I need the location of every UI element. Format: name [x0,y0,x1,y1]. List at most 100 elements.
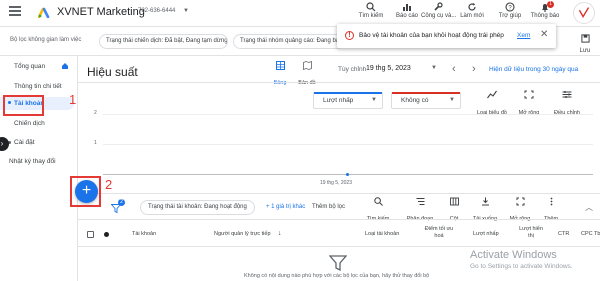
refresh-button[interactable]: Làm mới [455,2,489,26]
chevron-down-icon[interactable]: ▼ [431,65,437,71]
table-icon [275,61,285,70]
account-status-chip[interactable]: Trạng thái tài khoản: Đang hoạt động [140,200,255,215]
sort-down-icon[interactable]: ↓ [278,230,282,237]
sidebar-item-settings[interactable]: Cài đặt [14,139,35,146]
expand-icon [524,90,534,99]
chevron-down-icon: ▼ [371,97,377,103]
annotation-box-add-button [70,176,101,207]
tune-icon [562,91,572,98]
avatar[interactable] [573,2,595,24]
sidebar-item-insights[interactable]: Thông tin chi tiết [14,83,62,90]
y-axis-tick-label: 1 [94,140,97,146]
expand-icon [516,197,524,206]
annotation-number: 1 [69,92,77,107]
help-button[interactable]: ? Trợ giúp [493,2,527,26]
sidebar-item-overview[interactable]: Tổng quan [14,63,45,70]
refresh-icon [468,3,476,11]
account-id: 782-636-6444 [138,8,176,14]
column-ctr[interactable]: CTR [558,231,569,238]
table-header: Tài khoản Người quản lý trực tiếp ↓ Loại… [78,219,600,247]
wrench-icon [434,2,443,11]
columns-icon [449,197,459,206]
download-icon [481,197,489,206]
notification-badge: 1 [547,1,554,8]
save-button[interactable]: Lưu [574,30,596,54]
date-range-label: Tùy chỉnh [338,66,367,73]
chart-type-label: Loại biểu đồ [477,110,507,116]
save-label: Lưu [579,48,591,54]
filter-icon [329,255,347,271]
tools-label: Công cụ và... [421,13,457,19]
bar-chart-icon [403,4,411,11]
annotation-number: 2 [105,177,113,192]
toast-message: Bảo vệ tài khoản của bạn khỏi hoạt động … [359,32,504,39]
empty-state-message: Không có nội dung nào phù hợp với các bộ… [244,273,430,279]
chart-data-point [346,172,349,176]
workspace-filter-label: Bộ lọc không gian làm việc [10,37,82,43]
sidebar: Tổng quan Thông tin chi tiết Tài khoản C… [0,56,78,281]
sidebar-item-change-history[interactable]: Nhật ký thay đổi [9,158,56,165]
annotation-box-accounts [3,95,44,116]
chart-adjust-label: Điều chỉnh [554,110,580,116]
notifications-button[interactable]: Thông báo [528,2,562,26]
chevron-up-icon[interactable]: ︿ [585,202,593,213]
google-ads-logo [38,7,50,18]
column-avg-cpc[interactable]: CPC Tb [581,231,600,238]
help-icon: ? [505,2,515,12]
chevron-down-icon: ▼ [449,97,455,103]
add-filter-button[interactable]: Thêm bộ lọc [312,204,345,210]
column-clicks[interactable]: Lượt nhấp [473,231,499,238]
adgroup-status-chip[interactable]: Trạng thái nhóm quảng cáo: Đang bật [233,34,345,49]
column-impressions[interactable]: Lượt hiển thị [517,226,545,240]
date-picker[interactable]: 19 thg 5, 2023 [366,65,411,72]
save-icon [580,34,590,43]
x-axis-tick-label: 19 thg 5, 2023 [320,180,352,186]
column-account[interactable]: Tài khoản [132,231,156,238]
warning-icon: ! [345,31,354,40]
menu-icon[interactable] [9,6,21,16]
reports-button[interactable]: Báo cáo [390,2,424,26]
main-content: Hiệu suất Bảng Bản đồ Tùy chỉnh 19 thg 5… [75,56,600,281]
home-icon [62,63,68,69]
notifications-label: Thông báo [530,13,560,19]
metric-selector-none[interactable]: Không có ▼ [391,92,461,109]
line-chart-icon [487,90,497,99]
map-view-label: Bản đồ [298,80,316,86]
search-button[interactable]: Tìm kiếm [354,2,388,26]
page-title: Hiệu suất [87,65,138,79]
last-30-days-link[interactable]: Hiện dữ liệu trong 30 ngày qua [489,66,578,73]
metric-selector-clicks[interactable]: Lượt nhấp ▼ [313,92,383,109]
profile-logo-icon [578,7,590,18]
search-icon [373,197,383,206]
column-optimization-score[interactable]: Điểm tối ưu hoá [423,226,455,240]
chevron-left-icon[interactable]: ‹ [452,63,456,75]
windows-activation-title: Activate Windows [470,249,557,261]
refresh-label: Làm mới [460,13,484,19]
table-view-button[interactable]: Bảng [267,61,293,89]
account-name[interactable]: XVNET Marketing [57,6,145,18]
sidebar-item-campaigns[interactable]: Chiến dịch [14,120,45,127]
chart-gridline [103,114,593,115]
y-axis-tick-label: 2 [94,110,97,116]
more-icon [550,197,552,206]
more-values-link[interactable]: + 1 giá trị khác [266,204,305,210]
filter-count-badge: 2 [118,199,125,206]
chart-expand-label: Mở rộng [518,110,540,116]
segment-icon [416,198,424,205]
close-icon[interactable]: ✕ [540,29,548,40]
campaign-status-chip[interactable]: Trạng thái chiến dịch: Đã bật, Đang tạm … [99,34,228,49]
metric-label: Không có [401,97,429,104]
toast-view-link[interactable]: Xem [517,32,530,39]
metric-label: Lượt nhấp [323,97,354,104]
chevron-right-icon[interactable]: › [472,63,476,75]
chevron-down-icon[interactable]: ▼ [183,8,189,14]
search-icon [366,2,376,12]
select-all-checkbox[interactable] [87,231,94,238]
windows-activation-subtitle: Go to Settings to activate Windows. [470,263,573,270]
status-dot-icon [104,232,109,237]
tools-button[interactable]: Công cụ và... [421,2,457,26]
column-manager[interactable]: Người quản lý trực tiếp [214,231,271,238]
map-view-button[interactable]: Bản đồ [294,61,320,89]
column-account-type[interactable]: Loại tài khoản [365,231,399,238]
reports-label: Báo cáo [395,13,419,19]
